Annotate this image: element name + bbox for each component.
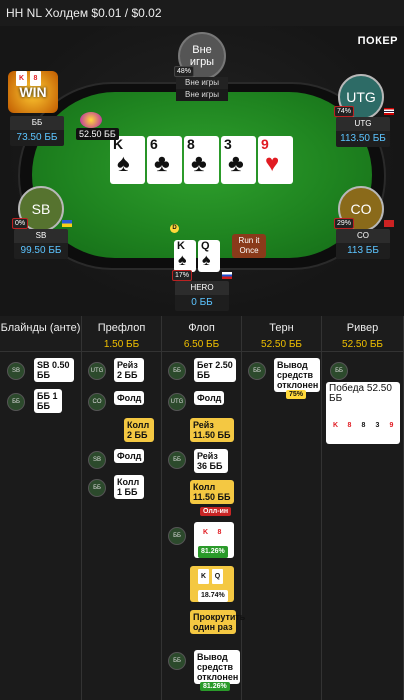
action-bubble: Колл 11.50 ББ bbox=[190, 480, 234, 504]
board-card: 6 ♣ bbox=[147, 136, 182, 184]
pos-badge: UTG bbox=[88, 362, 106, 380]
equity-tag: 81.26% bbox=[200, 682, 230, 691]
win-text: Победа 52.50 ББ bbox=[329, 383, 392, 404]
shown-card: K bbox=[200, 525, 211, 540]
russia-flag-icon bbox=[222, 272, 232, 279]
seat-sb-name: SB bbox=[14, 229, 68, 243]
action-bubble: Рейз 11.50 ББ bbox=[190, 418, 234, 442]
shown-card: 9 bbox=[386, 418, 397, 433]
pos-badge: CO bbox=[88, 393, 106, 411]
pos-badge: ББ bbox=[88, 479, 106, 497]
seat-co-percent: 29% bbox=[334, 218, 355, 229]
seat-top-line1: Вне игры bbox=[176, 77, 228, 89]
action-bubble: Фолд bbox=[114, 449, 145, 463]
board-card: K ♠ bbox=[110, 136, 145, 184]
pos-badge: ББ bbox=[168, 362, 186, 380]
hero-hole-card: K ♠ bbox=[174, 240, 196, 272]
action-bubble: Колл 1 ББ bbox=[114, 475, 144, 499]
app-root: HH NL Холдем $0.01 / $0.02 ПОКЕР K ♠ 6 ♣ 8… bbox=[0, 0, 404, 700]
pos-badge: ББ bbox=[330, 362, 348, 380]
action-bubble: ББ 1 ББ bbox=[34, 389, 62, 413]
pos-badge: ББ bbox=[168, 451, 186, 469]
run-it-once-bubble: Run it Once bbox=[232, 234, 266, 258]
action-bubble: Рейз 2 ББ bbox=[114, 358, 144, 382]
shown-card: 8 bbox=[344, 418, 355, 433]
allin-tag: Олл-ин bbox=[200, 507, 232, 516]
seat-hero-percent: 17% bbox=[172, 270, 193, 281]
seat-sb-percent: 0% bbox=[12, 218, 29, 229]
action-bubble: Фолд bbox=[114, 391, 145, 405]
pos-badge: UTG bbox=[168, 393, 186, 411]
seat-bb-name: ББ bbox=[10, 116, 64, 130]
board-card: 9 ♥ bbox=[258, 136, 293, 184]
ukraine-flag-icon bbox=[62, 220, 72, 227]
seat-hero-stack: 0 ББ bbox=[175, 295, 229, 311]
shown-card: 3 bbox=[372, 418, 383, 433]
col-river-header: Ривер 52.50 ББ bbox=[322, 316, 404, 352]
shown-card: K bbox=[198, 569, 209, 584]
seat-utg-name: UTG bbox=[336, 117, 390, 131]
dealer-button: D bbox=[170, 224, 179, 233]
col-turn-header: Терн 52.50 ББ bbox=[242, 316, 322, 352]
bb-hole-card: K bbox=[16, 71, 27, 86]
shown-card: Q bbox=[212, 569, 223, 584]
shown-card: 8 bbox=[358, 418, 369, 433]
board-card: 3 ♣ bbox=[221, 136, 256, 184]
shown-card: K bbox=[330, 418, 341, 433]
pos-badge: SB bbox=[7, 362, 25, 380]
action-bubble: Колл 2 ББ bbox=[124, 418, 154, 442]
seat-top-percent: 48% bbox=[174, 66, 195, 77]
action-bubble: Фолд bbox=[194, 391, 225, 405]
pot-amount: 52.50 ББ bbox=[76, 128, 119, 140]
seat-hero-name: HERO bbox=[175, 281, 229, 295]
win-bubble: Победа 52.50 ББ K 8 8 3 9 bbox=[326, 382, 400, 444]
board-cards: K ♠ 6 ♣ 8 ♣ 3 ♣ 9 ♥ bbox=[110, 136, 293, 184]
hero-hole-card: Q ♠ bbox=[198, 240, 220, 272]
equity-tag: 75% bbox=[286, 390, 307, 399]
window-title: HH NL Холдем $0.01 / $0.02 bbox=[0, 0, 404, 26]
action-bubble: Вывод средств отклонен bbox=[194, 650, 240, 684]
board-card: 8 ♣ bbox=[184, 136, 219, 184]
col-turn bbox=[242, 352, 322, 700]
poker-table-area: ПОКЕР K ♠ 6 ♣ 8 ♣ 3 ♣ 9 ♥ Вне игры 48% Вне иг… bbox=[0, 26, 404, 316]
seat-co-stack: 113 ББ bbox=[336, 243, 390, 259]
seat-utg-stack: 113.50 ББ bbox=[336, 131, 390, 147]
shown-card: 8 bbox=[214, 525, 225, 540]
pos-badge: ББ bbox=[248, 362, 266, 380]
pos-badge: SB bbox=[88, 451, 106, 469]
action-bubble: Рейз 36 ББ bbox=[194, 449, 228, 473]
seat-bb-stack: 73.50 ББ bbox=[10, 130, 64, 146]
pos-badge: ББ bbox=[7, 393, 25, 411]
hand-reveal-bubble: K Q 18.74% bbox=[190, 566, 234, 602]
seat-sb-stack: 99.50 ББ bbox=[14, 243, 68, 259]
seat-co-name: CO bbox=[336, 229, 390, 243]
flag-icon bbox=[384, 220, 394, 227]
pos-badge: ББ bbox=[168, 652, 186, 670]
bb-hole-card: 8 bbox=[30, 71, 41, 86]
col-flop-header: Флоп 6.50 ББ bbox=[162, 316, 242, 352]
equity-tag: 18.74% bbox=[198, 590, 228, 602]
action-bubble: SB 0.50 ББ bbox=[34, 358, 74, 382]
seat-utg-percent: 74% bbox=[334, 106, 355, 117]
pos-badge: ББ bbox=[168, 527, 186, 545]
col-preflop-header: Префлоп 1.50 ББ bbox=[82, 316, 162, 352]
hand-reveal-bubble: K 8 81.26% bbox=[194, 522, 234, 558]
action-bubble: Вывод средств отклонен bbox=[274, 358, 320, 392]
pot-chips-icon bbox=[80, 112, 102, 128]
col-blinds-header: Блайнды (анте) bbox=[0, 316, 82, 352]
seat-top-line2: Вне игры bbox=[176, 89, 228, 101]
brand-logo: ПОКЕР bbox=[357, 35, 398, 47]
action-bubble: Прокрутить один раз bbox=[190, 610, 245, 634]
equity-tag: 81.26% bbox=[198, 546, 228, 558]
action-bubble: Бет 2.50 ББ bbox=[194, 358, 236, 382]
thailand-flag-icon bbox=[384, 108, 394, 115]
